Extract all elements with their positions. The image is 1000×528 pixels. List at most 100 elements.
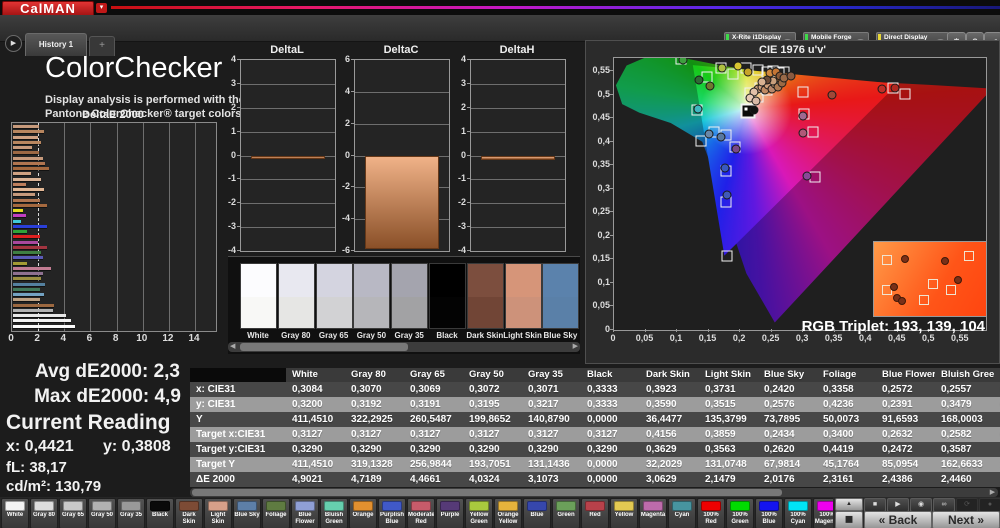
rgb-measured-dot (889, 283, 898, 292)
palette-button-100--red[interactable]: 100% Red (697, 498, 725, 528)
palette-button-light-skin[interactable]: Light Skin (204, 498, 232, 528)
palette-button-100--magenta[interactable]: 100% Magenta (813, 498, 833, 528)
palette-button-purple[interactable]: Purple (436, 498, 464, 528)
table-scrollbar-thumb[interactable] (192, 489, 782, 496)
table-cell: 0,4055 (994, 397, 1000, 412)
table-cell: 0,3290 (351, 444, 382, 455)
palette-chip (353, 501, 373, 511)
play-button[interactable]: ▶ (887, 498, 909, 512)
palette-button-gray-50[interactable]: Gray 50 (88, 498, 116, 528)
eject-icon[interactable]: ▲ (835, 498, 863, 511)
palette-button-100--blue[interactable]: 100% Blue (755, 498, 783, 528)
palette-button-blue-flower[interactable]: Blue Flower (291, 498, 319, 528)
delta-chart-deltac (354, 59, 450, 252)
table-cell: 162,6633 (941, 459, 983, 470)
table-cell: 193,7051 (469, 459, 511, 470)
palette-chip-label: 100% Green (731, 512, 749, 525)
cie-measured-dot (731, 144, 741, 154)
palette-chip (382, 501, 402, 511)
palette-button-gray-65[interactable]: Gray 65 (59, 498, 87, 528)
rgb-target-square (963, 250, 974, 261)
patch-target-color (278, 297, 314, 328)
palette-button-cyan[interactable]: Cyan (668, 498, 696, 528)
table-cell: 0,3195 (469, 399, 500, 410)
table-column-header: Black (587, 369, 613, 380)
record-button[interactable]: ● (979, 498, 1000, 512)
palette-button-gray-35[interactable]: Gray 35 (117, 498, 145, 528)
cie-y-tick-label: 0,3 (597, 182, 610, 193)
stop-button[interactable]: ■ (864, 498, 886, 512)
gridline (241, 107, 335, 109)
table-scroll-right-icon[interactable]: ▶ (987, 488, 998, 497)
table-row-label: x: CIE31 (196, 384, 236, 395)
table-cell: 0,3859 (705, 429, 736, 440)
table-row[interactable]: Y 411,4510 322,2925 260,5487 199,8652 140,879… (190, 412, 1000, 427)
strip-scrollbar[interactable]: ◀ ▶ (228, 342, 580, 352)
strip-scroll-right-icon[interactable]: ▶ (573, 342, 578, 352)
palette-button-gray-80[interactable]: Gray 80 (30, 498, 58, 528)
table-row[interactable]: x: CIE31 0,3084 0,3070 0,3069 0,3072 0,3071 0,… (190, 382, 1000, 397)
patch-target-color (392, 297, 428, 328)
strip-scrollbar-thumb[interactable] (240, 343, 408, 351)
table-row[interactable]: Target x:CIE31 0,3127 0,3127 0,3127 0,3127 0,… (190, 427, 1000, 442)
reading-y-value: y: 0,3808 (103, 438, 171, 455)
reading-cdm2-value: cd/m²: 130,79 (6, 478, 102, 495)
palette-button-moderate-red[interactable]: Moderate Red (407, 498, 435, 528)
y-tick-label: -3 (457, 221, 466, 232)
next-button[interactable]: Next » (932, 511, 1000, 528)
palette-button-orange-yellow[interactable]: Orange Yellow (494, 498, 522, 528)
palette-button-red[interactable]: Red (581, 498, 609, 528)
delta-e-chart (11, 122, 217, 332)
camera-button[interactable]: ◉ (910, 498, 932, 512)
table-row[interactable]: Target y:CIE31 0,3290 0,3290 0,3290 0,3290 0,… (190, 442, 1000, 457)
table-row[interactable]: ΔE 2000 4,9021 4,7189 4,4661 4,0324 3,1073 0,0… (190, 472, 1000, 487)
palette-button-bluish-green[interactable]: Bluish Green (320, 498, 348, 528)
delta-e-bar (13, 277, 42, 281)
nav-play-icon[interactable]: ▶ (5, 35, 22, 52)
palette-chip-label: Orange (352, 512, 374, 518)
palette-chip-label: Red (589, 512, 601, 518)
palette-chip (527, 501, 547, 511)
x-tick-label: 14 (188, 333, 200, 344)
refresh-button[interactable]: ⟳ (956, 498, 978, 512)
palette-button-white[interactable]: White (1, 498, 29, 528)
y-tick-mark (467, 82, 470, 84)
palette-button-dark-skin[interactable]: Dark Skin (175, 498, 203, 528)
y-tick-mark (351, 154, 354, 156)
palette-button-100--cyan[interactable]: 100% Cyan (784, 498, 812, 528)
palette-button-blue-sky[interactable]: Blue Sky (233, 498, 261, 528)
table-row[interactable]: y: CIE31 0,3200 0,3192 0,3191 0,3195 0,3217 0,… (190, 397, 1000, 412)
delta-e-bar (13, 135, 38, 139)
table-cell: 0,3192 (351, 399, 382, 410)
strip-scroll-left-icon[interactable]: ◀ (230, 342, 235, 352)
back-button[interactable]: « Back (864, 511, 932, 528)
table-row[interactable]: Target Y 411,4510 319,1328 256,9844 193,7051… (190, 457, 1000, 472)
palette-button-100--green[interactable]: 100% Green (726, 498, 754, 528)
cie-x-tick-mark (613, 329, 614, 332)
palette-chip-label: Bluish Green (324, 512, 344, 525)
palette-button-blue[interactable]: Blue (523, 498, 551, 528)
palette-button-black[interactable]: Black (146, 498, 174, 528)
palette-button-magenta[interactable]: Magenta (639, 498, 667, 528)
palette-button-purplish-blue[interactable]: Purplish Blue (378, 498, 406, 528)
table-scrollbar[interactable]: ▶ (190, 488, 998, 497)
palette-button-foliage[interactable]: Foliage (262, 498, 290, 528)
cie-y-tick-mark (610, 140, 613, 142)
palette-button-green[interactable]: Green (552, 498, 580, 528)
cie-y-tick-label: 0,55 (592, 65, 610, 76)
cie-measured-dot (733, 61, 743, 71)
palette-chip-label: Dark Skin (182, 512, 196, 525)
logo-menu-caret-icon[interactable]: ▾ (96, 3, 107, 13)
palette-button-yellow[interactable]: Yellow (610, 498, 638, 528)
y-tick-mark (467, 130, 470, 132)
table-cell: 0,3333 (587, 399, 618, 410)
palette-chip (121, 501, 141, 511)
patch-actual-color (354, 264, 390, 297)
big-stop-button[interactable]: ◼ (835, 511, 863, 528)
delta-e-bar (13, 298, 41, 302)
palette-button-orange[interactable]: Orange (349, 498, 377, 528)
palette-button-yellow-green[interactable]: Yellow Green (465, 498, 493, 528)
table-cell: 0,3069 (410, 384, 441, 395)
y-tick-label: -3 (227, 221, 236, 232)
link-button[interactable]: ∞ (933, 498, 955, 512)
